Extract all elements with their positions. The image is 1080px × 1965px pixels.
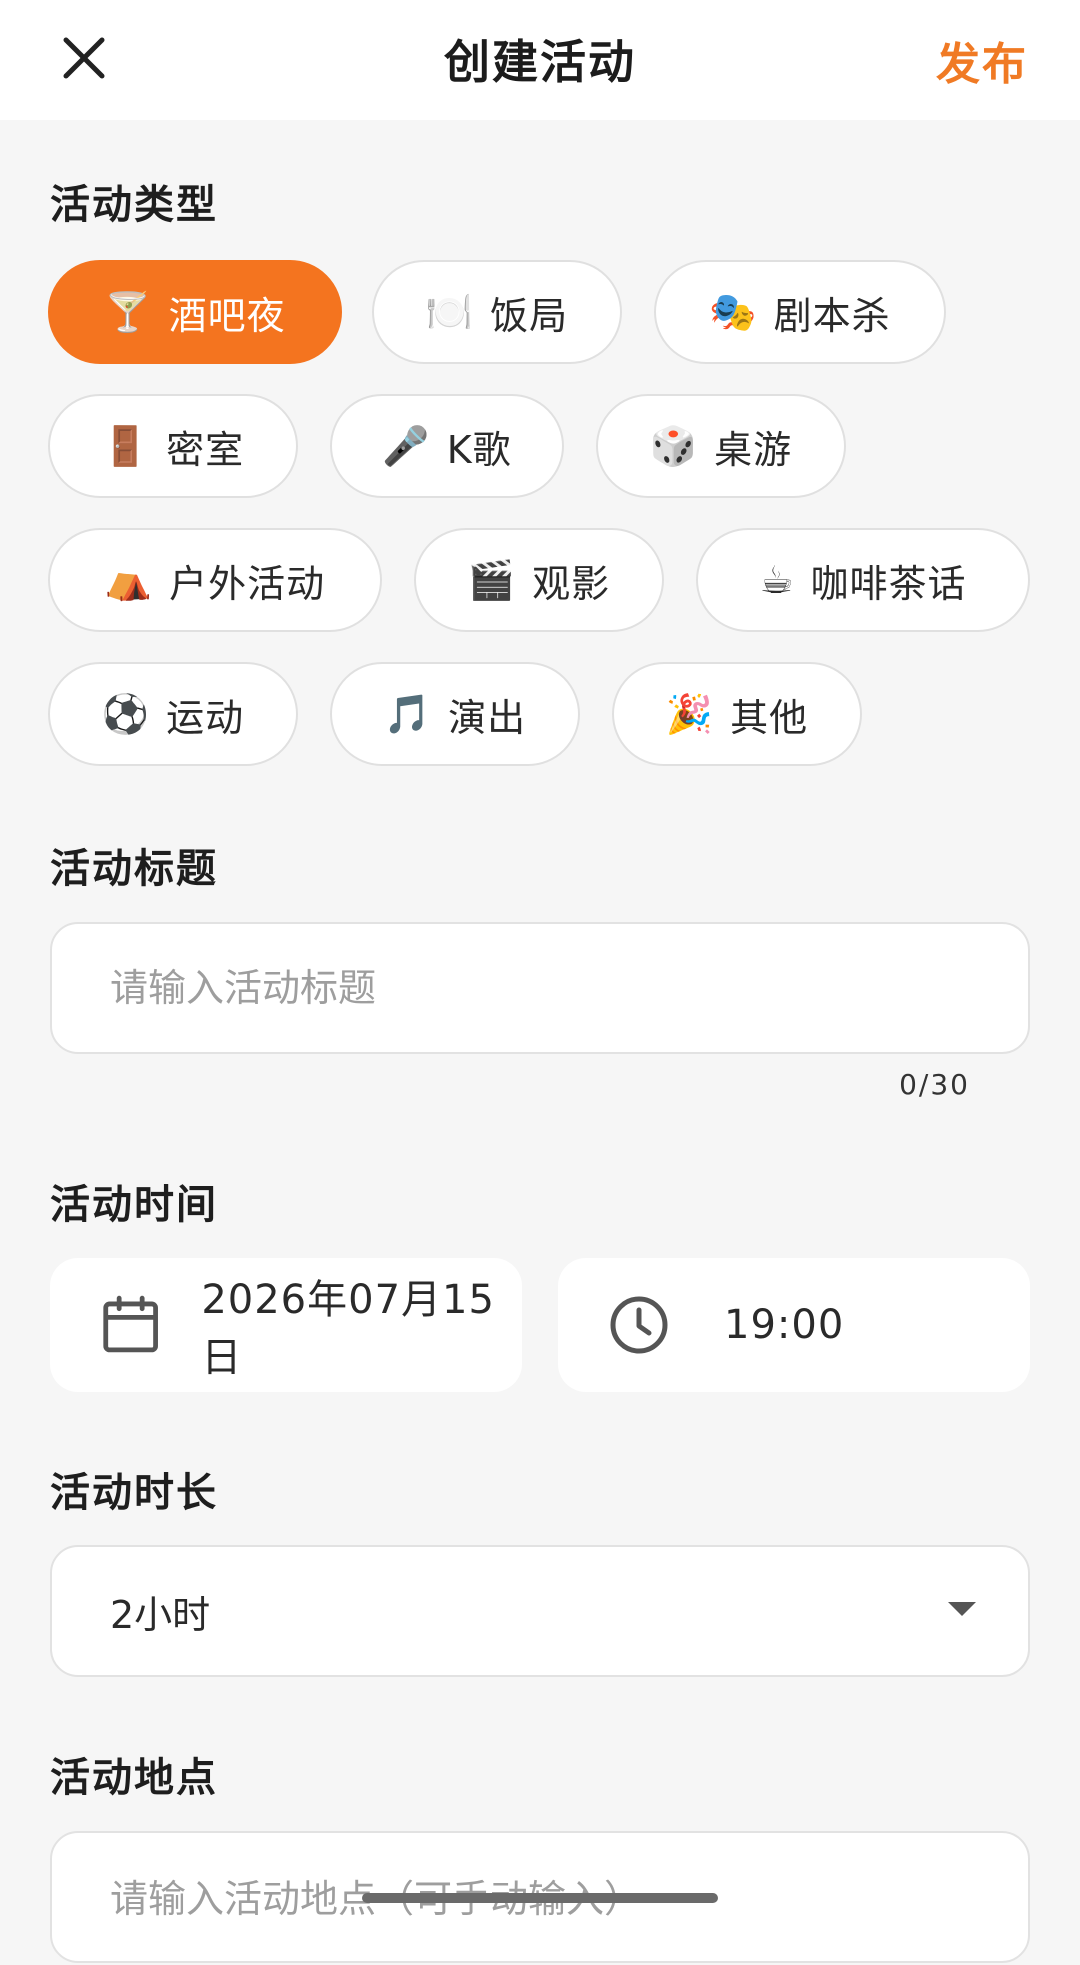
chip-murder-mystery[interactable]: 🎭 剧本杀 (654, 260, 946, 364)
chip-bar-night[interactable]: 🍸 酒吧夜 (48, 260, 342, 364)
date-value: 2026年07月15日 (201, 1277, 495, 1381)
chip-karaoke[interactable]: 🎤 K歌 (330, 394, 564, 498)
chip-performance[interactable]: 🎵 演出 (330, 662, 580, 766)
chip-escape-room[interactable]: 🚪 密室 (48, 394, 298, 498)
title-char-counter: 0/30 (899, 1068, 970, 1101)
time-picker[interactable]: 19:00 (558, 1258, 1030, 1392)
chip-board-games[interactable]: 🎲 桌游 (596, 394, 846, 498)
duration-value: 2小时 (110, 1592, 211, 1637)
calendar-icon (103, 1295, 158, 1353)
chip-coffee-tea[interactable]: ☕ 咖啡茶话 (696, 528, 1030, 632)
page-title: 创建活动 (444, 35, 636, 89)
chip-label: 饭局 (490, 293, 569, 338)
chip-label: 运动 (166, 695, 245, 740)
chip-outdoor[interactable]: ⛺ 户外活动 (48, 528, 382, 632)
theater-masks-icon: 🎭 (709, 290, 758, 334)
chip-sports[interactable]: ⚽ 运动 (48, 662, 298, 766)
chip-dinner[interactable]: 🍽️ 饭局 (372, 260, 622, 364)
activity-title-input[interactable] (52, 924, 1028, 1052)
microphone-icon: 🎤 (382, 424, 431, 468)
publish-button[interactable]: 发布 (936, 28, 1028, 92)
cocktail-icon: 🍸 (104, 290, 153, 334)
dropdown-arrow-icon (948, 1602, 976, 1616)
activity-time-label: 活动时间 (50, 1182, 218, 1228)
music-note-icon: 🎵 (383, 692, 433, 736)
door-icon: 🚪 (101, 424, 151, 468)
activity-title-field[interactable] (50, 922, 1030, 1054)
activity-type-label: 活动类型 (50, 182, 218, 228)
plate-icon: 🍽️ (425, 290, 475, 334)
chip-label: 酒吧夜 (168, 293, 286, 338)
chip-label: K歌 (446, 427, 512, 472)
date-picker[interactable]: 2026年07月15日 (50, 1258, 522, 1392)
time-value: 19:00 (724, 1302, 845, 1348)
activity-duration-label: 活动时长 (50, 1470, 218, 1516)
chip-label: 观影 (532, 561, 611, 606)
party-popper-icon: 🎉 (665, 692, 715, 736)
chip-other[interactable]: 🎉 其他 (612, 662, 862, 766)
soccer-ball-icon: ⚽ (101, 692, 151, 736)
coffee-icon: ☕ (759, 558, 795, 602)
chip-label: 桌游 (714, 427, 793, 472)
chip-label: 其他 (730, 695, 809, 740)
activity-location-label: 活动地点 (50, 1755, 218, 1801)
home-indicator[interactable] (362, 1893, 718, 1903)
clapper-icon: 🎬 (467, 558, 517, 602)
chip-label: 咖啡茶话 (810, 561, 967, 606)
chip-label: 密室 (166, 427, 245, 472)
tent-icon: ⛺ (104, 558, 154, 602)
top-bar: 创建活动 发布 (0, 0, 1080, 120)
chip-label: 演出 (448, 695, 527, 740)
chip-movie[interactable]: 🎬 观影 (414, 528, 664, 632)
chip-label: 户外活动 (169, 561, 326, 606)
activity-title-label: 活动标题 (50, 846, 218, 892)
duration-select[interactable]: 2小时 (50, 1545, 1030, 1677)
clock-icon (610, 1296, 668, 1354)
dice-icon: 🎲 (649, 424, 699, 468)
chip-label: 剧本杀 (773, 293, 891, 338)
